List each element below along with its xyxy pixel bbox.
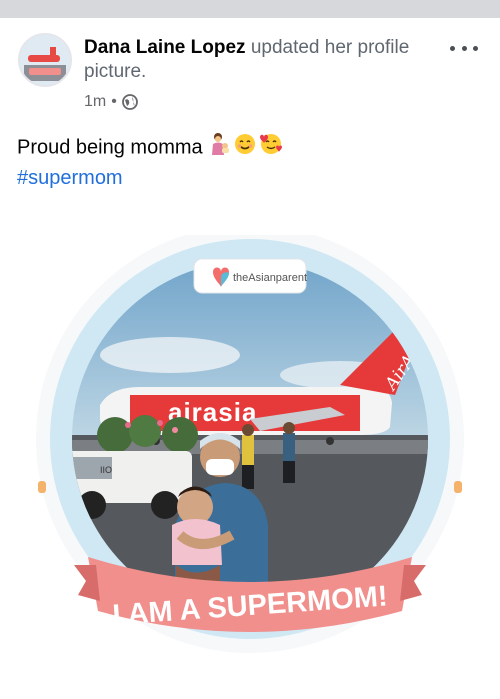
post-caption-line: Proud being momma (17, 132, 487, 164)
post-header-text: Dana Laine Lopez updated her profile pic… (84, 36, 444, 84)
profile-picture-photo[interactable]: AirAsia airasia IIO I AM A SUPERMOM! the… (0, 225, 500, 665)
badge-text: theAsianparent (233, 272, 307, 284)
author-name[interactable]: Dana Laine Lopez (84, 37, 246, 58)
meta-separator: • (111, 93, 117, 110)
smiling-face-emoji (234, 133, 256, 163)
smiling-face-with-hearts-emoji (258, 133, 284, 163)
post-body: Proud being momma #supermom (17, 132, 487, 192)
globe-icon[interactable] (121, 94, 138, 110)
post-meta: 1m • (84, 91, 138, 113)
hashtag-link[interactable]: #supermom (17, 164, 487, 192)
post-timestamp[interactable]: 1m (84, 93, 106, 111)
post-header: Dana Laine Lopez updated her profile pic… (0, 18, 500, 118)
profile-avatar[interactable] (18, 33, 72, 87)
partner-badge: theAsianparent (193, 258, 307, 294)
more-options-icon[interactable] (450, 38, 478, 58)
frame-decoration-left (38, 481, 46, 493)
frame-decoration-right (454, 481, 462, 493)
emoji-group (210, 132, 284, 164)
top-status-strip (0, 0, 500, 18)
woman-feeding-baby-emoji (210, 132, 232, 164)
plane-number: IIO (100, 465, 112, 475)
post-caption: Proud being momma (17, 136, 203, 159)
